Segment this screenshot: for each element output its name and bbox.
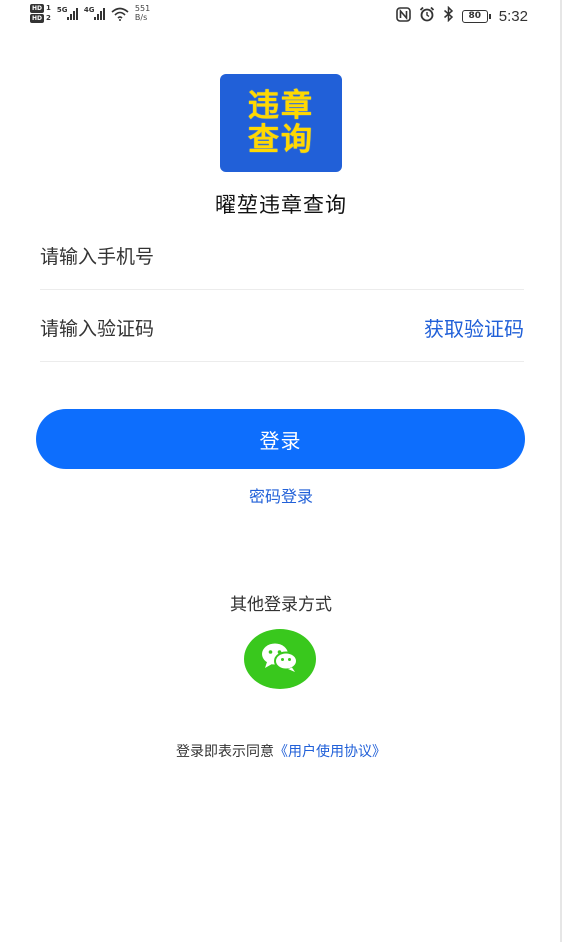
other-login-title: 其他登录方式 — [230, 595, 332, 615]
password-login-link[interactable]: 密码登录 — [0, 483, 562, 507]
alarm-icon — [419, 6, 435, 26]
verification-code-field[interactable]: 请输入验证码 获取验证码 — [40, 290, 524, 362]
hd-badge-2: HD 2 — [30, 14, 51, 23]
logo-text-line2: 查询 — [248, 122, 314, 158]
agreement-text: 登录即表示同意《用户使用协议》 — [0, 741, 562, 761]
logo-text-line1: 违章 — [248, 88, 314, 124]
code-placeholder: 请输入验证码 — [40, 318, 155, 340]
user-agreement-link[interactable]: 《用户使用协议》 — [274, 744, 386, 760]
bluetooth-icon — [443, 5, 454, 26]
nfc-icon — [395, 6, 411, 26]
app-logo: 违章 查询 — [220, 74, 342, 172]
status-right: 80 5:32 — [395, 5, 528, 26]
agreement-prefix: 登录即表示同意 — [176, 744, 274, 760]
signal-5g-icon: 5G — [57, 4, 78, 20]
phone-field[interactable]: 请输入手机号 — [40, 218, 524, 290]
login-button[interactable]: 登录 — [36, 409, 525, 469]
login-label: 登录 — [259, 428, 302, 453]
hd-badge-1: HD 1 — [30, 4, 51, 13]
hd-indicators: HD 1 HD 2 — [30, 4, 51, 23]
status-bar: HD 1 HD 2 5G 4G 551 B/s 80 5:32 — [0, 0, 562, 34]
status-left: HD 1 HD 2 5G 4G 551 B/s — [30, 4, 150, 25]
battery-icon: 80 — [461, 9, 491, 23]
wechat-icon — [258, 639, 302, 679]
status-time: 5:32 — [498, 7, 528, 25]
app-name: 曜堃违章查询 — [215, 193, 347, 217]
signal-4g-icon: 4G — [84, 4, 105, 20]
wifi-icon — [111, 6, 129, 25]
get-code-button[interactable]: 获取验证码 — [424, 313, 524, 342]
wechat-login-button[interactable] — [244, 629, 316, 689]
net-speed: 551 B/s — [134, 4, 151, 22]
phone-placeholder: 请输入手机号 — [40, 246, 155, 268]
